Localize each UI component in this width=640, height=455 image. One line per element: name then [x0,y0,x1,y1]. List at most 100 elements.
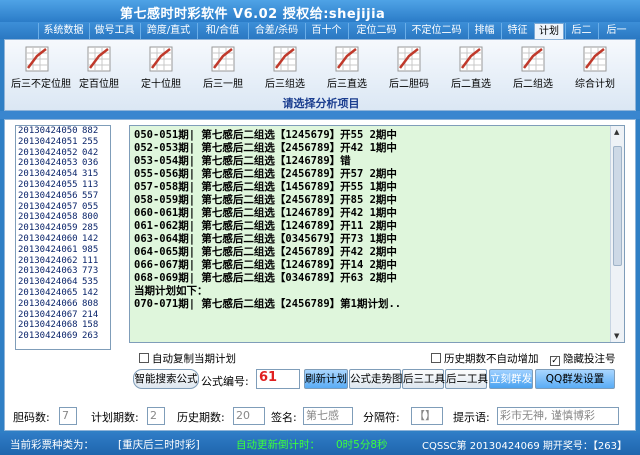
draw-history-list[interactable]: 20130424050 882 20130424051 255 2013042405… [15,125,111,350]
list-item[interactable]: 20130424063 773 [16,266,110,277]
list-item[interactable]: 20130424068 158 [16,320,110,331]
list-item[interactable]: 20130424053 036 [16,158,110,169]
list-item[interactable]: 20130424061 985 [16,245,110,256]
log-line: 061-062期| 第七感后二组选【1246789】开11 2期中 [134,220,397,232]
tab-unfixed-two[interactable]: 不定位二码 [405,23,467,39]
tab-fixed-two[interactable]: 定位二码 [348,23,404,39]
ribbon-button-label: 后三组选 [265,79,305,90]
last-three-tools-button[interactable]: 后三工具 [402,369,445,389]
tab-last-one[interactable]: 后一 [598,23,634,39]
log-line: 063-064期| 第七感后二组选【0345679】开73 1期中 [134,233,397,245]
tab-number-tools[interactable]: 做号工具 [89,23,139,39]
countdown-label: 自动更新倒计时： [236,439,320,451]
auto-copy-label: 自动复制当期计划 [152,353,236,365]
plan-workspace: 20130424050 882 20130424051 255 2013042405… [4,119,636,431]
auto-copy-checkbox[interactable]: 自动复制当期计划 [139,351,236,366]
checkbox-box[interactable] [139,353,149,363]
ribbon-button[interactable]: 综合计划 [569,43,621,93]
ribbon-button[interactable]: 后三不定位胆 [11,43,71,93]
log-line: 066-067期| 第七感后二组选【1246789】开14 2期中 [134,259,397,271]
separator-input[interactable]: 【】 [411,407,443,425]
scroll-up-icon[interactable]: ▲ [614,128,619,136]
ribbon-button[interactable]: 定百位胆 [73,43,125,93]
bile-count-input[interactable]: 7 [59,407,77,425]
hide-bets-checkbox[interactable]: ✓ 隐藏投注号 [550,351,616,366]
ribbon-button[interactable]: 后二组选 [507,43,559,93]
latest-draw-result: CQSSC第 20130424069 期开奖号：【263】 [422,441,627,452]
separator-label: 分隔符: [363,411,400,424]
history-no-increase-checkbox[interactable]: 历史期数不自动增加 [431,351,539,366]
scroll-down-icon[interactable]: ▼ [614,332,619,340]
plan-output-panel[interactable]: 050-051期| 第七感后二组选【1245679】开55 2期中 052-05… [129,125,625,343]
ribbon-button-label: 后三一胆 [203,79,243,90]
grid-chart-icon [211,46,235,72]
ribbon-button-label: 定十位胆 [141,79,181,90]
list-item[interactable]: 20130424066 808 [16,299,110,310]
group-send-button[interactable]: 立刻群发 [489,369,533,389]
list-item[interactable]: 20130424051 255 [16,137,110,148]
tab-span[interactable]: 跨度/直式 [140,23,196,39]
list-item[interactable]: 20130424062 111 [16,256,110,267]
ribbon-button[interactable]: 后二直选 [445,43,497,93]
grid-chart-icon [149,46,173,72]
plan-periods-input[interactable]: 2 [147,407,165,425]
list-item[interactable]: 20130424065 142 [16,288,110,299]
log-line: 064-065期| 第七感后二组选【2456789】开42 2期中 [134,246,397,258]
grid-chart-icon [459,46,483,72]
formula-trend-button[interactable]: 公式走势图 [349,369,403,389]
ribbon-button[interactable]: 后三一胆 [197,43,249,93]
grid-chart-icon [87,46,111,72]
tab-plan[interactable]: 计划 [534,23,564,39]
history-no-increase-label: 历史期数不自动增加 [444,353,539,365]
list-item[interactable]: 20130424064 535 [16,277,110,288]
log-line: 052-053期| 第七感后二组选【2456789】开42 1期中 [134,142,397,154]
list-item[interactable]: 20130424054 315 [16,169,110,180]
list-item[interactable]: 20130424060 142 [16,234,110,245]
list-item[interactable]: 20130424050 882 [16,126,110,137]
tab-feature[interactable]: 特征 [501,23,533,39]
list-item[interactable]: 20130424058 800 [16,212,110,223]
log-line: 050-051期| 第七感后二组选【1245679】开55 2期中 [134,129,397,141]
log-line: 068-069期| 第七感后二组选【0346789】开63 2期中 [134,272,397,284]
tab-sum[interactable]: 和/合值 [197,23,247,39]
hint-input[interactable]: 彩市无神, 谨慎博彩 [497,407,619,425]
list-item[interactable]: 20130424052 042 [16,148,110,159]
list-item[interactable]: 20130424057 055 [16,202,110,213]
grid-chart-icon [25,46,49,72]
ribbon-button[interactable]: 后三组选 [259,43,311,93]
hide-bets-label: 隐藏投注号 [563,353,616,365]
hint-label: 提示语: [453,411,490,424]
list-item[interactable]: 20130424055 113 [16,180,110,191]
list-item[interactable]: 20130424069 263 [16,331,110,342]
ribbon-button[interactable]: 后二胆码 [383,43,435,93]
formula-number-input[interactable]: 61 [256,369,300,389]
grid-chart-icon [521,46,545,72]
ribbon-button-label: 综合计划 [575,79,615,90]
checkbox-checked-icon[interactable]: ✓ [550,356,560,366]
ribbon-button[interactable]: 后三直选 [321,43,373,93]
smart-search-button[interactable]: 智能搜索公式 [133,369,199,389]
last-two-tools-button[interactable]: 后二工具 [445,369,488,389]
list-item[interactable]: 20130424059 285 [16,223,110,234]
tab-diff-kill[interactable]: 合差/杀码 [248,23,304,39]
list-item[interactable]: 20130424056 557 [16,191,110,202]
log-line: 057-058期| 第七感后二组选【1456789】开55 1期中 [134,181,397,193]
grid-chart-icon [397,46,421,72]
ribbon-button-label: 后二胆码 [389,79,429,90]
list-item[interactable]: 20130424067 214 [16,310,110,321]
qq-settings-button[interactable]: QQ群发设置 [535,369,615,389]
ribbon-button[interactable]: 定十位胆 [135,43,187,93]
tab-range[interactable]: 排幅 [468,23,500,39]
tab-position[interactable]: 百十个 [305,23,347,39]
ribbon-button-label: 后二组选 [513,79,553,90]
checkbox-box[interactable] [431,353,441,363]
tab-system-data[interactable]: 系统数据 [38,23,88,39]
scroll-thumb[interactable] [613,146,622,266]
history-periods-input[interactable]: 20 [233,407,265,425]
refresh-plan-button[interactable]: 刷新计划 [304,369,348,389]
tab-last-two[interactable]: 后二 [565,23,597,39]
log-line: 当期计划如下： [134,285,208,297]
log-line: 053-054期| 第七感后二组选【1246789】错 [134,155,351,167]
signature-input[interactable]: 第七感 [303,407,353,425]
vertical-scrollbar[interactable]: ▲ ▼ [610,126,624,342]
